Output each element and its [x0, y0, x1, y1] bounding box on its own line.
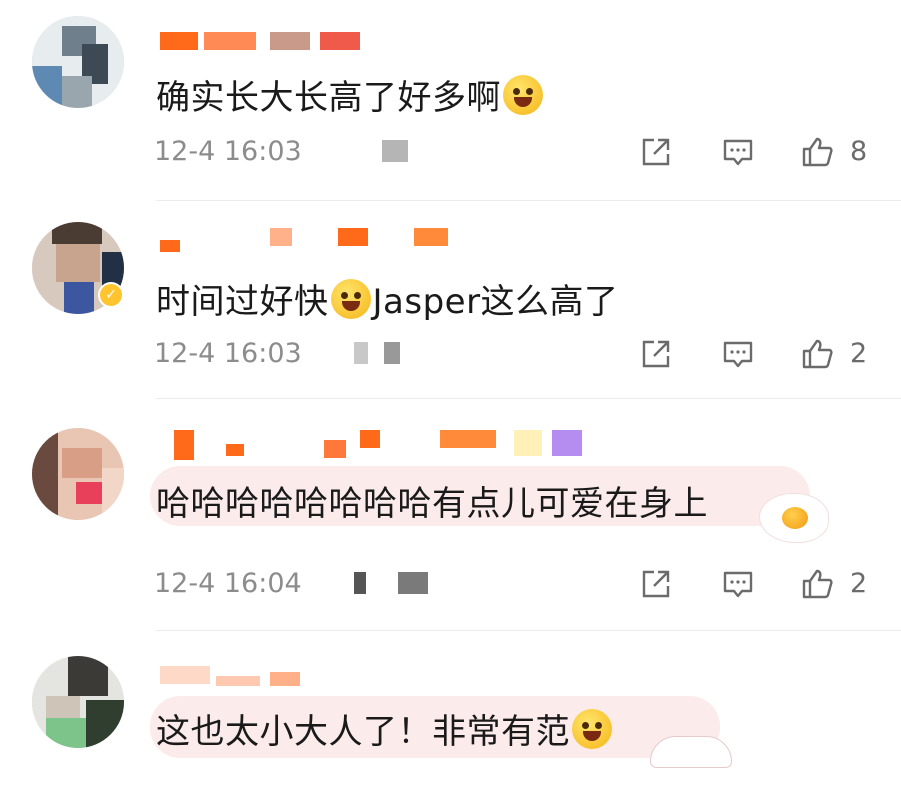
avatar[interactable] [32, 428, 124, 520]
share-button[interactable] [638, 336, 674, 372]
timestamp: 12-4 16:03 [154, 338, 302, 369]
timestamp: 12-4 16:03 [154, 136, 302, 167]
comment-button[interactable] [720, 566, 756, 602]
comment-text-content: Jasper这么高了 [372, 282, 619, 322]
laughing-crying-face-icon [503, 75, 543, 115]
divider [156, 200, 901, 201]
comment-text: 哈哈哈哈哈哈哈哈有点儿可爱在身上 [156, 476, 708, 525]
share-icon [642, 138, 670, 166]
like-count: 8 [850, 136, 868, 167]
location-blurred [382, 140, 408, 162]
comment-text-content: 这也太小大人了！非常有范 [156, 712, 570, 752]
thumbs-up-icon [802, 137, 833, 167]
like-count: 2 [850, 338, 868, 369]
like-button[interactable] [800, 134, 836, 170]
like-button[interactable] [800, 336, 836, 372]
location-blurred [398, 572, 428, 594]
share-button[interactable] [638, 134, 674, 170]
avatar[interactable] [32, 16, 124, 108]
like-count: 2 [850, 568, 868, 599]
like-button[interactable] [800, 566, 836, 602]
comment-icon [723, 341, 753, 368]
divider [156, 398, 901, 399]
comment-meta: 12-4 16:04 2 [154, 566, 874, 602]
tears-of-joy-face-icon [330, 279, 371, 319]
fried-egg-sticker-icon [760, 494, 828, 542]
cat-sticker-icon [650, 736, 732, 768]
avatar[interactable] [32, 656, 124, 748]
share-icon [642, 570, 670, 598]
thumbs-up-icon [802, 339, 833, 369]
share-button[interactable] [638, 566, 674, 602]
verified-badge-icon: ✓ [98, 282, 124, 308]
comment-meta: 12-4 16:03 2 [154, 336, 874, 372]
comment-button[interactable] [720, 336, 756, 372]
location-blurred [354, 342, 368, 364]
location-blurred [354, 572, 366, 594]
location-blurred [384, 342, 400, 364]
comment-text: 确实长大长高了好多啊 [156, 70, 545, 119]
thumbs-up-icon [802, 569, 833, 599]
divider [156, 630, 901, 631]
comment-text: 这也太小大人了！非常有范 [156, 704, 614, 753]
share-icon [642, 340, 670, 368]
comment-button[interactable] [720, 134, 756, 170]
comment-text: 时间过好快 Jasper这么高了 [156, 274, 619, 323]
comment-icon [723, 139, 753, 166]
comment-icon [723, 571, 753, 598]
comment-text-content: 时间过好快 [156, 282, 329, 322]
comment-text-content: 确实长大长高了好多啊 [156, 78, 501, 118]
comment-text-content: 哈哈哈哈哈哈哈哈有点儿可爱在身上 [156, 484, 708, 524]
comment-meta: 12-4 16:03 8 [154, 134, 874, 170]
timestamp: 12-4 16:04 [154, 568, 302, 599]
shy-smile-face-icon [572, 709, 612, 749]
